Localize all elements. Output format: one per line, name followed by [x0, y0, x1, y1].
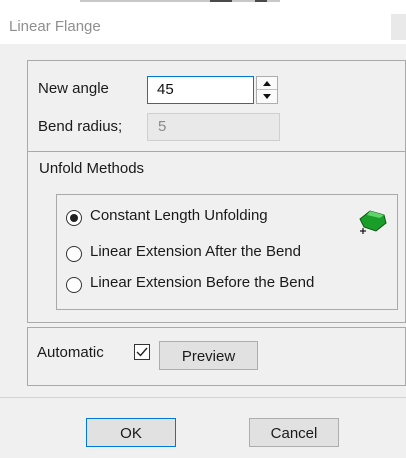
radio-constant-length[interactable]: Constant Length Unfolding	[66, 207, 346, 231]
unfold-method-icon[interactable]	[356, 207, 390, 235]
unfold-methods-legend: Unfold Methods	[36, 160, 148, 177]
new-angle-label: New angle	[38, 80, 109, 97]
radio-linear-after[interactable]: Linear Extension After the Bend	[66, 243, 356, 267]
arrow-up-icon	[263, 81, 271, 86]
bend-radius-label: Bend radius;	[38, 118, 123, 135]
window-title: Linear Flange	[9, 18, 101, 35]
automatic-label: Automatic	[37, 344, 104, 361]
radio-label-linear-before: Linear Extension Before the Bend	[90, 274, 315, 291]
radio-button-checked[interactable]	[66, 210, 82, 226]
spin-up-button[interactable]	[257, 77, 277, 90]
radio-button[interactable]	[66, 246, 82, 262]
title-bar: Linear Flange	[0, 0, 406, 44]
close-button[interactable]	[391, 14, 406, 40]
spin-down-button[interactable]	[257, 90, 277, 103]
bend-radius-input: 5	[147, 113, 280, 141]
arrow-down-icon	[263, 94, 271, 99]
new-angle-input[interactable]: 45	[147, 76, 254, 104]
preview-button[interactable]: Preview	[159, 341, 258, 370]
ok-button[interactable]: OK	[86, 418, 176, 447]
unfold-methods-frame	[30, 169, 31, 170]
automatic-checkbox[interactable]	[134, 344, 150, 360]
footer-separator	[0, 397, 406, 398]
radio-label-constant-length: Constant Length Unfolding	[90, 207, 268, 224]
radio-linear-before[interactable]: Linear Extension Before the Bend	[66, 274, 366, 298]
radio-button[interactable]	[66, 277, 82, 293]
cancel-button[interactable]: Cancel	[249, 418, 339, 447]
new-angle-spinner[interactable]	[256, 76, 278, 104]
checkmark-icon	[136, 347, 148, 357]
top-edge	[0, 0, 406, 2]
radio-label-linear-after: Linear Extension After the Bend	[90, 243, 301, 260]
